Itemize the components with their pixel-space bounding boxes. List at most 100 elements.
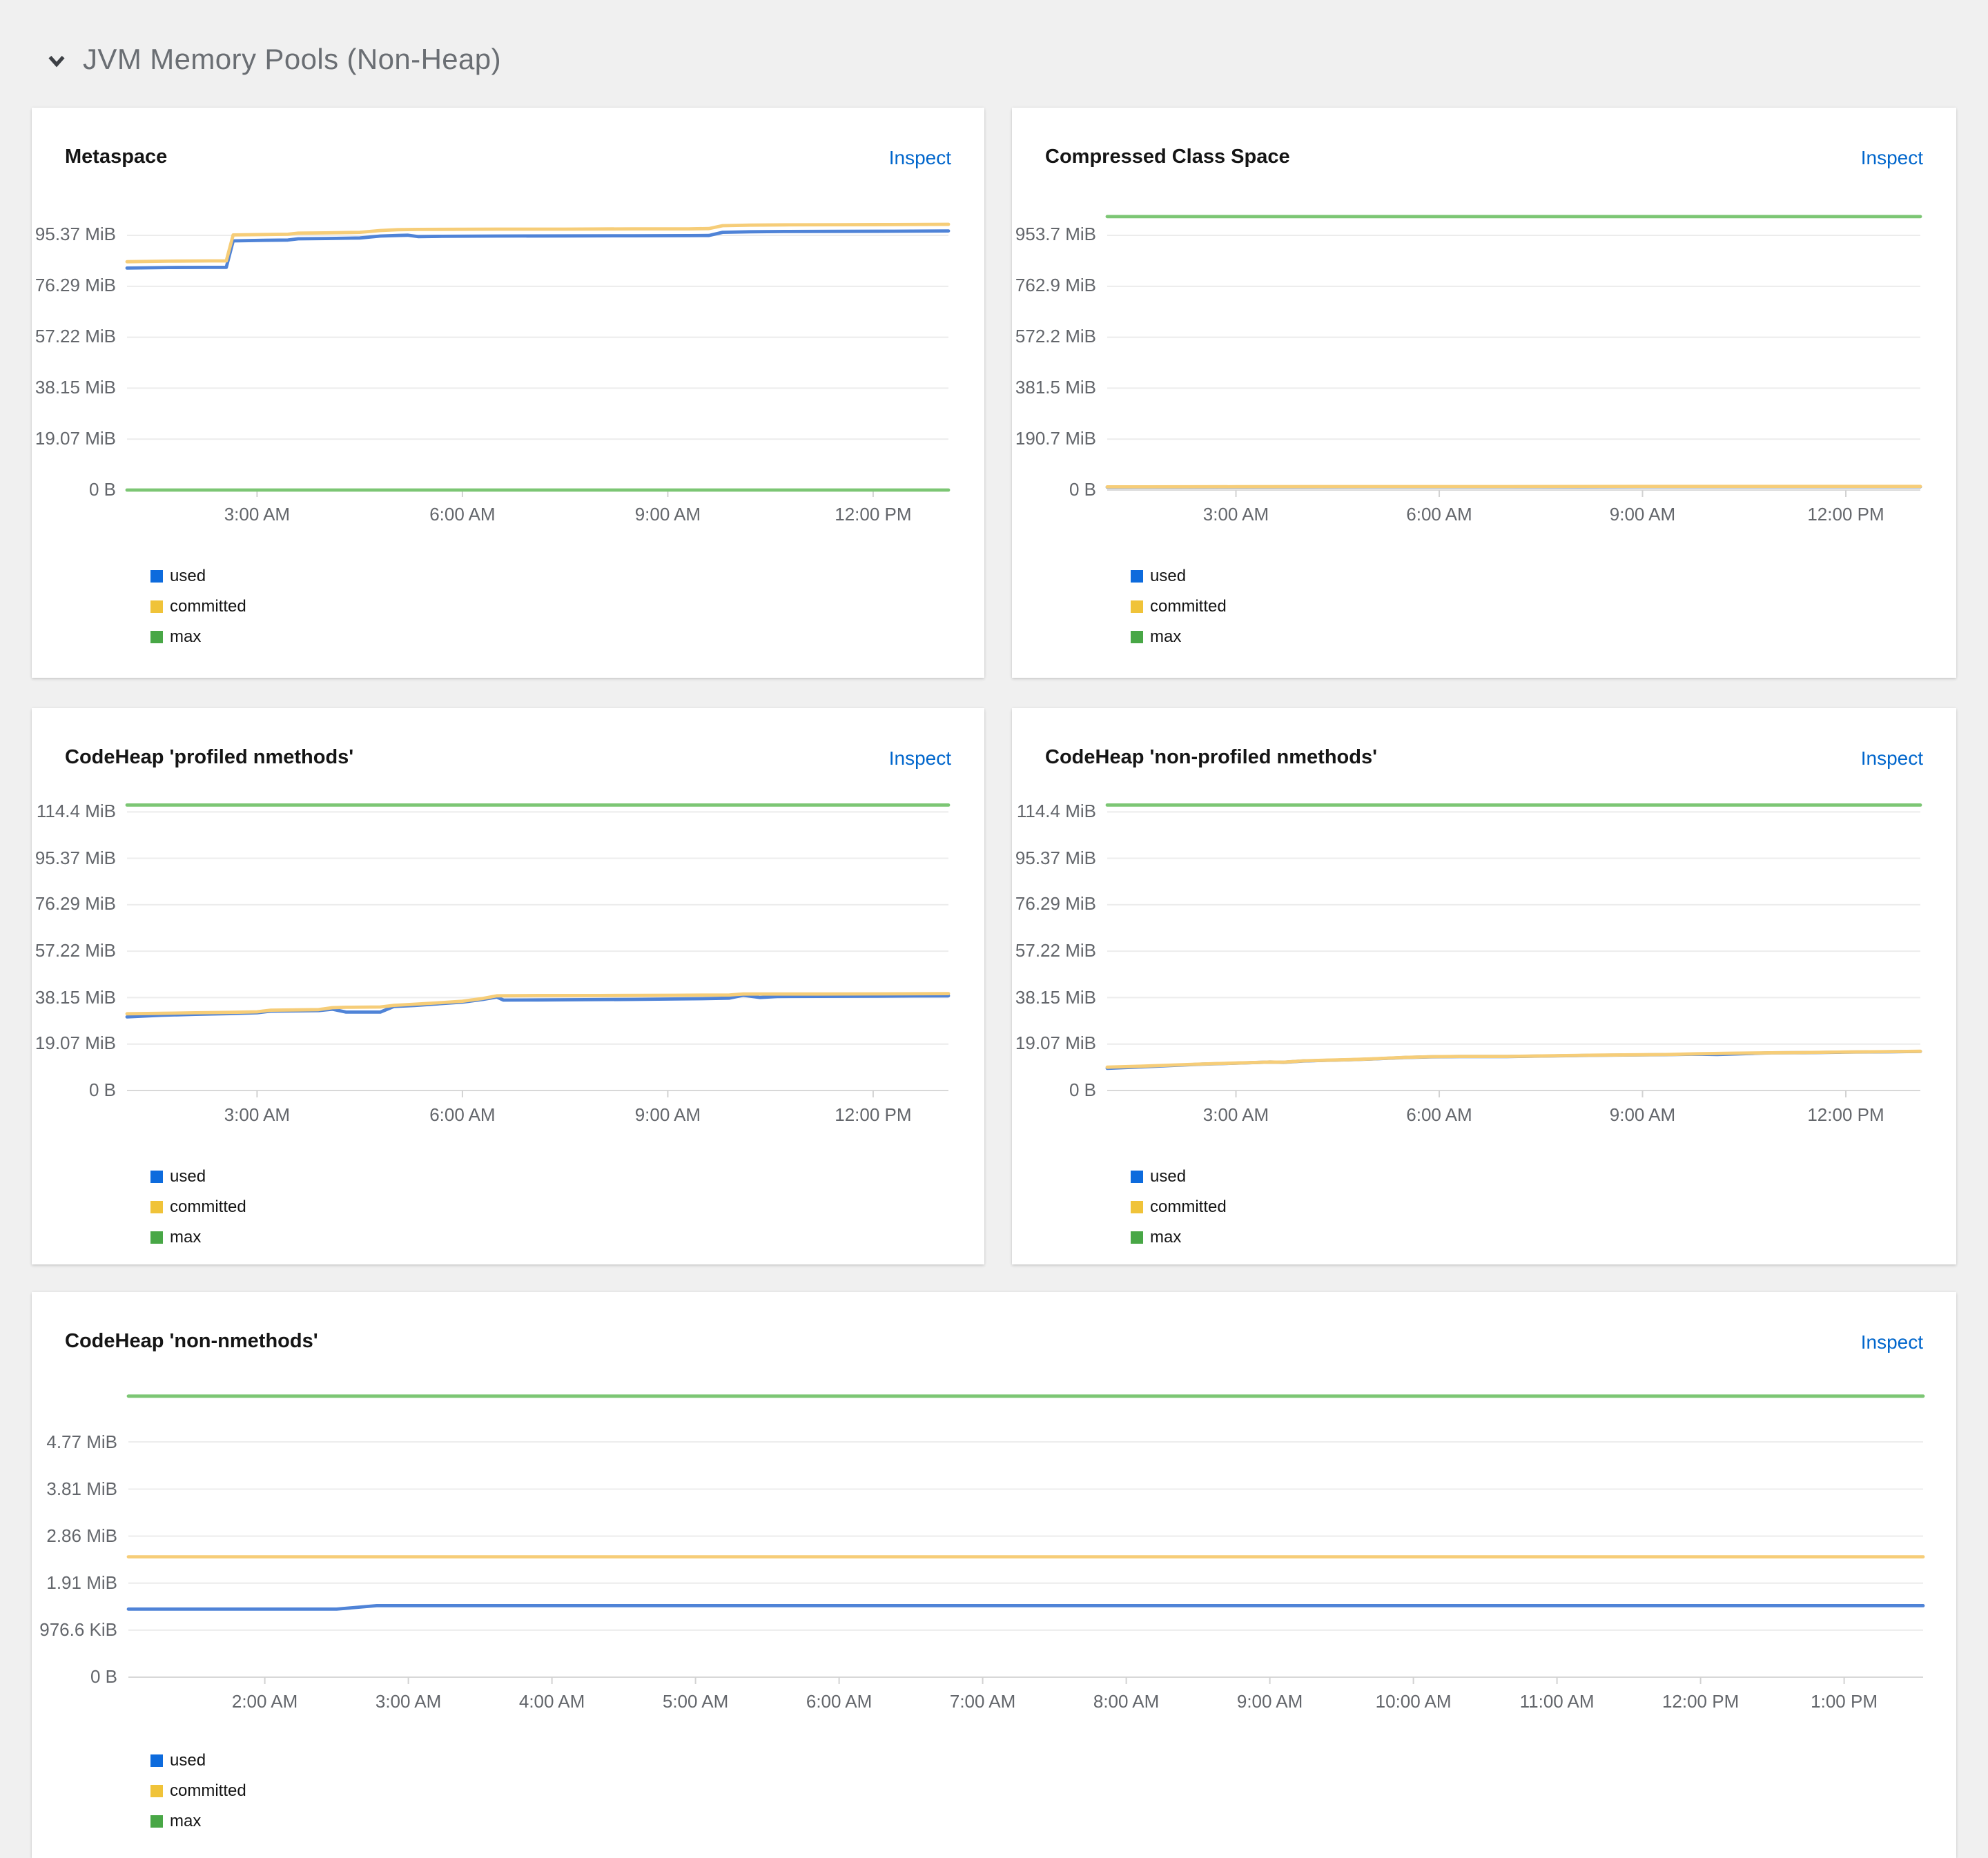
legend-label-max: max <box>1150 1227 1182 1246</box>
jvm-memory-pools-dashboard: JVM Memory Pools (Non-Heap) Metaspace In… <box>0 0 1988 1858</box>
section-toggle[interactable]: JVM Memory Pools (Non-Heap) <box>32 0 1956 86</box>
chart-canvas <box>125 222 951 497</box>
legend-item-committed: committed <box>1131 596 1923 617</box>
y-axis-tick-label: 190.7 MiB <box>1015 428 1096 449</box>
x-axis-tick-label: 12:00 PM <box>1807 504 1884 525</box>
x-axis-tick-label: 10:00 AM <box>1375 1691 1452 1712</box>
legend-swatch-max <box>150 631 163 643</box>
card-codeheap-non-profiled: CodeHeap 'non-profiled nmethods' Inspect… <box>1012 708 1956 1264</box>
legend-item-max: max <box>150 627 951 647</box>
y-axis-tick-label: 57.22 MiB <box>35 326 116 347</box>
card-compressed-class-space: Compressed Class Space Inspect 953.7 MiB… <box>1012 108 1956 678</box>
y-axis-tick-label: 38.15 MiB <box>1015 986 1096 1008</box>
chart-legend: used committed max <box>150 1166 951 1248</box>
x-axis-tick-label: 11:00 AM <box>1519 1691 1595 1712</box>
legend-item-max: max <box>150 1811 1923 1832</box>
y-axis-tick-label: 4.77 MiB <box>46 1431 117 1452</box>
x-axis-tick-label: 9:00 AM <box>634 1104 701 1125</box>
inspect-link[interactable]: Inspect <box>889 744 951 772</box>
legend-label-committed: committed <box>170 1197 246 1216</box>
legend-item-max: max <box>150 1227 951 1248</box>
legend-label-max: max <box>1150 627 1182 646</box>
legend-item-max: max <box>1131 1227 1923 1248</box>
y-axis-tick-label: 953.7 MiB <box>1015 224 1096 245</box>
legend-label-used: used <box>1150 566 1187 585</box>
y-axis-tick-label: 19.07 MiB <box>35 1033 116 1054</box>
legend-swatch-used <box>150 1171 163 1183</box>
committed-series-line <box>1105 1049 1922 1069</box>
legend-label-used: used <box>170 566 206 585</box>
legend-item-committed: committed <box>1131 1197 1923 1218</box>
legend-item-used: used <box>1131 1166 1923 1187</box>
section-title: JVM Memory Pools (Non-Heap) <box>83 44 501 76</box>
inspect-link[interactable]: Inspect <box>1861 744 1923 772</box>
inspect-link[interactable]: Inspect <box>1861 1328 1923 1356</box>
charts-row-2: CodeHeap 'profiled nmethods' Inspect 114… <box>32 708 1956 1264</box>
x-axis-tick-label: 6:00 AM <box>806 1691 873 1712</box>
legend-item-used: used <box>150 1750 1923 1771</box>
inspect-link[interactable]: Inspect <box>1861 144 1923 171</box>
legend-item-max: max <box>1131 627 1923 647</box>
compressed-class-space-chart-plot: 953.7 MiB 762.9 MiB 572.2 MiB 381.5 MiB 190.… <box>1015 174 1923 536</box>
y-axis-tick-label: 38.15 MiB <box>35 377 116 398</box>
x-axis-tick-label: 4:00 AM <box>518 1691 585 1712</box>
chart-canvas <box>1105 215 1922 497</box>
x-axis-tick-label: 2:00 AM <box>231 1691 298 1712</box>
charts-row-3: CodeHeap 'non-nmethods' Inspect 4.77 MiB… <box>32 1292 1956 1858</box>
codeheap-non-profiled-chart-plot: 114.4 MiB 95.37 MiB 76.29 MiB 57.22 MiB 38.1… <box>1015 774 1923 1136</box>
x-axis-tick-label: 5:00 AM <box>662 1691 729 1712</box>
legend-label-committed: committed <box>170 596 246 616</box>
used-series-line <box>125 229 951 270</box>
y-axis-tick-label: 0 B <box>88 479 116 500</box>
x-axis-tick-label: 3:00 AM <box>375 1691 442 1712</box>
x-axis-tick-label: 12:00 PM <box>835 1104 912 1125</box>
legend-label-committed: committed <box>1150 1197 1227 1216</box>
y-axis-tick-label: 381.5 MiB <box>1015 377 1096 398</box>
y-axis-tick-label: 2.86 MiB <box>46 1525 117 1546</box>
chart-legend: used committed max <box>150 1750 1923 1832</box>
y-axis-tick-label: 76.29 MiB <box>35 275 116 296</box>
chart-legend: used committed max <box>1131 1166 1923 1248</box>
legend-label-max: max <box>170 1227 202 1246</box>
chart-title: Metaspace <box>65 146 168 168</box>
legend-item-used: used <box>1131 566 1923 587</box>
y-axis-tick-label: 19.07 MiB <box>35 428 116 449</box>
y-axis-tick-label: 0 B <box>90 1666 117 1687</box>
x-axis-tick-label: 12:00 PM <box>835 504 912 525</box>
x-axis-tick-label: 3:00 AM <box>224 504 291 525</box>
y-axis-tick-label: 95.37 MiB <box>35 847 116 868</box>
card-metaspace: Metaspace Inspect 95.37 MiB 76.29 MiB 57.2… <box>32 108 984 678</box>
legend-item-used: used <box>150 1166 951 1187</box>
y-axis-tick-label: 572.2 MiB <box>1015 326 1096 347</box>
card-codeheap-non-nmethods: CodeHeap 'non-nmethods' Inspect 4.77 MiB… <box>32 1292 1956 1858</box>
card-codeheap-profiled: CodeHeap 'profiled nmethods' Inspect 114… <box>32 708 984 1264</box>
x-axis-tick-label: 9:00 AM <box>634 504 701 525</box>
chart-title: Compressed Class Space <box>1045 146 1290 168</box>
y-axis-tick-label: 57.22 MiB <box>1015 940 1096 961</box>
x-axis-tick-label: 6:00 AM <box>429 504 496 525</box>
legend-label-used: used <box>170 1750 206 1770</box>
x-axis-tick-label: 6:00 AM <box>429 1104 496 1125</box>
legend-swatch-max <box>150 1815 163 1828</box>
legend-label-committed: committed <box>170 1781 246 1800</box>
legend-swatch-committed <box>1131 600 1143 613</box>
x-axis-tick-label: 9:00 AM <box>1609 504 1676 525</box>
x-axis-tick-label: 3:00 AM <box>224 1104 291 1125</box>
legend-item-committed: committed <box>150 1781 1923 1801</box>
legend-swatch-max <box>150 1231 163 1244</box>
legend-swatch-committed <box>1131 1201 1143 1213</box>
chart-canvas <box>126 1394 1925 1684</box>
x-axis-tick-label: 12:00 PM <box>1807 1104 1884 1125</box>
x-axis-tick-label: 9:00 AM <box>1609 1104 1676 1125</box>
y-axis-tick-label: 114.4 MiB <box>36 801 116 822</box>
legend-swatch-max <box>1131 1231 1143 1244</box>
y-axis-tick-label: 762.9 MiB <box>1015 275 1096 296</box>
y-axis-tick-label: 0 B <box>1069 1079 1096 1100</box>
used-series-line <box>125 993 951 1019</box>
chart-canvas <box>125 803 951 1097</box>
x-axis-tick-label: 8:00 AM <box>1093 1691 1160 1712</box>
x-axis-tick-label: 9:00 AM <box>1236 1691 1303 1712</box>
legend-swatch-committed <box>150 1785 163 1797</box>
inspect-link[interactable]: Inspect <box>889 144 951 171</box>
chart-title: CodeHeap 'non-nmethods' <box>65 1331 318 1353</box>
